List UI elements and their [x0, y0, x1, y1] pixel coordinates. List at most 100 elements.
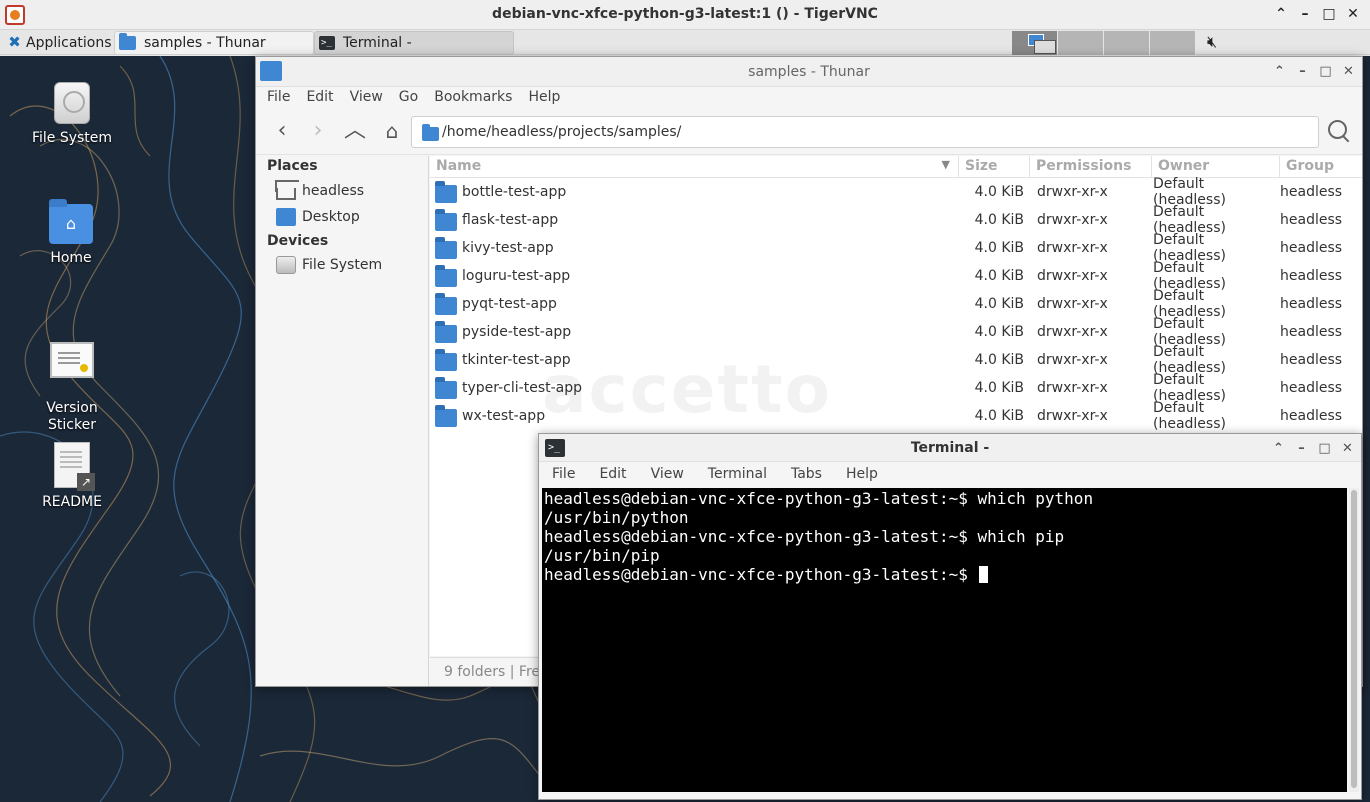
workspace-4[interactable] — [1150, 31, 1196, 55]
table-row[interactable]: wx-test-app 4.0 KiB drwxr-xr-x Default (hea… — [430, 400, 1362, 432]
vnc-window-title: debian-vnc-xfce-python-g3-latest:1 () - … — [492, 6, 878, 22]
thunar-toolbar: ‹ › ︿ ⌂ /home/headless/projects/samples/ — [256, 109, 1362, 155]
file-name: flask-test-app — [462, 212, 559, 228]
taskbar-item-terminal[interactable]: >_ Terminal - — [314, 31, 514, 55]
search-icon[interactable] — [1326, 118, 1352, 144]
folder-icon — [435, 292, 457, 315]
sidebar-item-label: headless — [302, 183, 365, 199]
cell-size: 4.0 KiB — [974, 324, 1024, 340]
table-row[interactable]: tkinter-test-app 4.0 KiB drwxr-xr-x Default… — [430, 344, 1362, 376]
thunar-titlebar[interactable]: samples - Thunar ⌃ – □ ✕ — [256, 57, 1362, 87]
column-owner[interactable]: Owner — [1152, 156, 1280, 177]
menu-view[interactable]: View — [342, 87, 391, 109]
folder-icon — [435, 180, 457, 203]
vnc-minimize-button[interactable]: – — [1296, 5, 1314, 23]
minimize-button[interactable]: – — [1295, 63, 1310, 81]
menu-edit[interactable]: Edit — [298, 87, 341, 109]
terminal-scrollbar[interactable] — [1349, 488, 1359, 792]
menu-go[interactable]: Go — [391, 87, 426, 109]
cell-permissions: drwxr-xr-x — [1037, 296, 1108, 312]
taskbar-item-label: Terminal - — [343, 35, 412, 51]
cell-size: 4.0 KiB — [974, 184, 1024, 200]
cell-group: headless — [1280, 240, 1343, 256]
column-size[interactable]: Size — [959, 156, 1030, 177]
column-name[interactable]: Name ▼ — [430, 156, 959, 177]
desktop-icon-label: Version Sticker — [46, 400, 98, 433]
close-button[interactable]: ✕ — [1340, 440, 1355, 458]
maximize-button[interactable]: □ — [1317, 440, 1332, 458]
certificate-icon — [50, 342, 94, 378]
terminal-line: headless@debian-vnc-xfce-python-g3-lates… — [544, 489, 1094, 508]
table-row[interactable]: loguru-test-app 4.0 KiB drwxr-xr-x Default … — [430, 260, 1362, 292]
desktop-icon-version-sticker[interactable]: Version Sticker — [12, 326, 132, 450]
cell-group: headless — [1280, 408, 1343, 424]
sidebar-item-file-system[interactable]: File System — [256, 252, 428, 278]
close-button[interactable]: ✕ — [1341, 63, 1356, 81]
volume-muted-icon[interactable]: 🔇︎ — [1207, 32, 1217, 52]
column-permissions[interactable]: Permissions — [1030, 156, 1152, 177]
vnc-minimize-icon[interactable]: ⌃ — [1272, 5, 1290, 23]
menu-terminal[interactable]: Terminal — [692, 462, 775, 488]
folder-icon — [435, 264, 457, 287]
sidebar-item-headless[interactable]: headless — [256, 178, 428, 204]
shade-button[interactable]: ⌃ — [1272, 63, 1287, 81]
column-group-label: Group — [1286, 158, 1335, 174]
desktop-icon-home[interactable]: ⌂ Home — [11, 199, 131, 267]
vnc-titlebar: debian-vnc-xfce-python-g3-latest:1 () - … — [0, 0, 1370, 30]
workspace-1[interactable] — [1012, 31, 1058, 55]
table-row[interactable]: pyqt-test-app 4.0 KiB drwxr-xr-x Default (h… — [430, 288, 1362, 320]
cell-permissions: drwxr-xr-x — [1037, 184, 1108, 200]
document-link-icon — [54, 442, 95, 491]
maximize-button[interactable]: □ — [1318, 63, 1333, 81]
terminal-prompt: headless@debian-vnc-xfce-python-g3-lates… — [544, 565, 978, 584]
menu-edit[interactable]: Edit — [583, 462, 634, 488]
file-name: wx-test-app — [462, 408, 546, 424]
folder-icon — [119, 33, 136, 50]
menu-file[interactable]: File — [259, 87, 298, 109]
table-row[interactable]: pyside-test-app 4.0 KiB drwxr-xr-x Default … — [430, 316, 1362, 348]
column-group[interactable]: Group — [1280, 156, 1362, 177]
location-bar[interactable]: /home/headless/projects/samples/ — [411, 116, 1319, 148]
vnc-maximize-button[interactable]: □ — [1320, 5, 1338, 23]
cell-name: pyside-test-app — [430, 320, 959, 343]
menu-file[interactable]: File — [542, 462, 583, 488]
sort-down-icon: ▼ — [941, 158, 950, 171]
menu-help[interactable]: Help — [520, 87, 568, 109]
terminal-window-title: Terminal - — [910, 440, 990, 456]
parent-folder-icon[interactable]: ︿ — [342, 118, 368, 144]
vnc-close-button[interactable]: ✕ — [1344, 5, 1362, 23]
forward-arrow-icon[interactable]: › — [305, 118, 331, 144]
desktop-icon-file-system[interactable]: File System — [12, 82, 132, 147]
desktop-icon-readme[interactable]: README — [12, 442, 132, 511]
menu-help[interactable]: Help — [830, 462, 886, 488]
table-row[interactable]: bottle-test-app 4.0 KiB drwxr-xr-x Default … — [430, 176, 1362, 208]
terminal-titlebar[interactable]: >_ Terminal - ⌃ – □ ✕ — [539, 434, 1361, 462]
thunar-window-title: samples - Thunar — [748, 64, 870, 80]
menu-view[interactable]: View — [635, 462, 692, 488]
home-icon — [276, 188, 296, 200]
back-arrow-icon[interactable]: ‹ — [269, 118, 295, 144]
shade-button[interactable]: ⌃ — [1271, 440, 1286, 458]
cell-group: headless — [1280, 296, 1343, 312]
menu-bookmarks[interactable]: Bookmarks — [426, 87, 520, 109]
cell-permissions: drwxr-xr-x — [1037, 408, 1108, 424]
taskbar-item-thunar[interactable]: samples - Thunar — [114, 31, 314, 55]
folder-icon — [422, 124, 439, 141]
table-row[interactable]: flask-test-app 4.0 KiB drwxr-xr-x Default (… — [430, 204, 1362, 236]
sidebar-item-desktop[interactable]: Desktop — [256, 204, 428, 230]
file-name: pyside-test-app — [462, 324, 572, 340]
terminal-menubar: File Edit View Terminal Tabs Help — [539, 462, 1361, 488]
location-path: /home/headless/projects/samples/ — [442, 124, 682, 140]
workspace-2[interactable] — [1058, 31, 1104, 55]
terminal-output[interactable]: headless@debian-vnc-xfce-python-g3-lates… — [542, 488, 1347, 792]
menu-tabs[interactable]: Tabs — [775, 462, 830, 488]
minimize-button[interactable]: – — [1294, 440, 1309, 458]
home-icon[interactable]: ⌂ — [379, 118, 405, 144]
workspace-3[interactable] — [1104, 31, 1150, 55]
table-row[interactable]: typer-cli-test-app 4.0 KiB drwxr-xr-x Defau… — [430, 372, 1362, 404]
applications-menu-button[interactable]: ✖ Applications — [4, 31, 115, 54]
table-row[interactable]: kivy-test-app 4.0 KiB drwxr-xr-x Default (h… — [430, 232, 1362, 264]
desktop-icon-label: File System — [31, 130, 113, 146]
cell-permissions: drwxr-xr-x — [1037, 240, 1108, 256]
folder-icon — [435, 320, 457, 343]
